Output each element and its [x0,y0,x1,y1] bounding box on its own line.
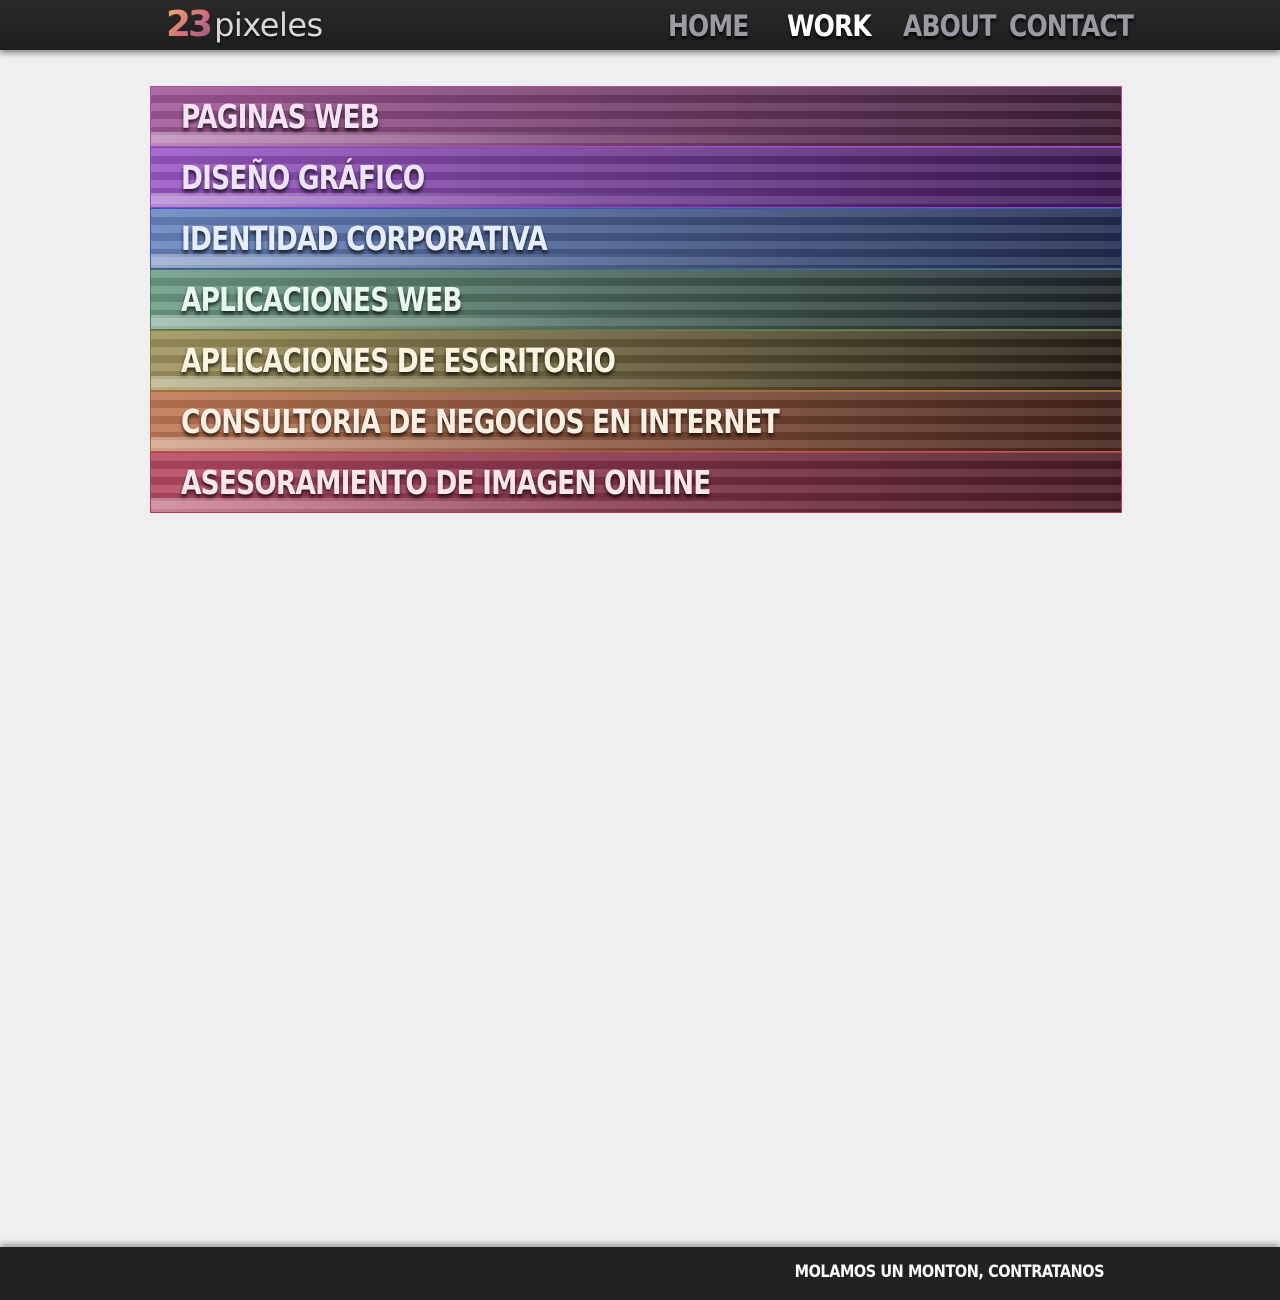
service-label: APLICACIONES WEB [181,280,462,319]
nav-about-link[interactable]: ABOUT [903,6,996,46]
service-band-paginas-web[interactable]: PAGINAS WEB [150,86,1122,147]
logo-number: 23 [166,4,213,45]
service-label: DISEÑO GRÁFICO [181,158,425,197]
site-footer: MOLAMOS UN MONTON, CONTRATANOS [0,1247,1280,1300]
nav-work-link[interactable]: WORK [787,6,872,46]
service-band-diseno-grafico[interactable]: DISEÑO GRÁFICO [150,147,1122,208]
service-label: IDENTIDAD CORPORATIVA [181,219,548,258]
service-label: APLICACIONES DE ESCRITORIO [181,341,616,380]
service-band-asesoramiento-imagen[interactable]: ASESORAMIENTO DE IMAGEN ONLINE [150,452,1122,513]
site-header: 23 pixeles HOME WORK ABOUT CONTACT [0,0,1280,50]
logo-link[interactable]: 23 pixeles [166,4,323,45]
service-band-aplicaciones-web[interactable]: APLICACIONES WEB [150,269,1122,330]
service-label: ASESORAMIENTO DE IMAGEN ONLINE [181,463,711,502]
logo-wordmark: pixeles [214,6,323,44]
services-list: PAGINAS WEB DISEÑO GRÁFICO IDENTIDAD COR… [150,86,1122,513]
service-band-identidad-corporativa[interactable]: IDENTIDAD CORPORATIVA [150,208,1122,269]
service-band-aplicaciones-escritorio[interactable]: APLICACIONES DE ESCRITORIO [150,330,1122,391]
service-label: PAGINAS WEB [181,97,380,136]
service-label: CONSULTORIA DE NEGOCIOS EN INTERNET [181,402,780,441]
service-band-consultoria-negocios[interactable]: CONSULTORIA DE NEGOCIOS EN INTERNET [150,391,1122,452]
footer-tagline: MOLAMOS UN MONTON, CONTRATANOS [794,1262,1104,1282]
nav-home-link[interactable]: HOME [668,6,749,46]
nav-contact-link[interactable]: CONTACT [1009,6,1134,46]
